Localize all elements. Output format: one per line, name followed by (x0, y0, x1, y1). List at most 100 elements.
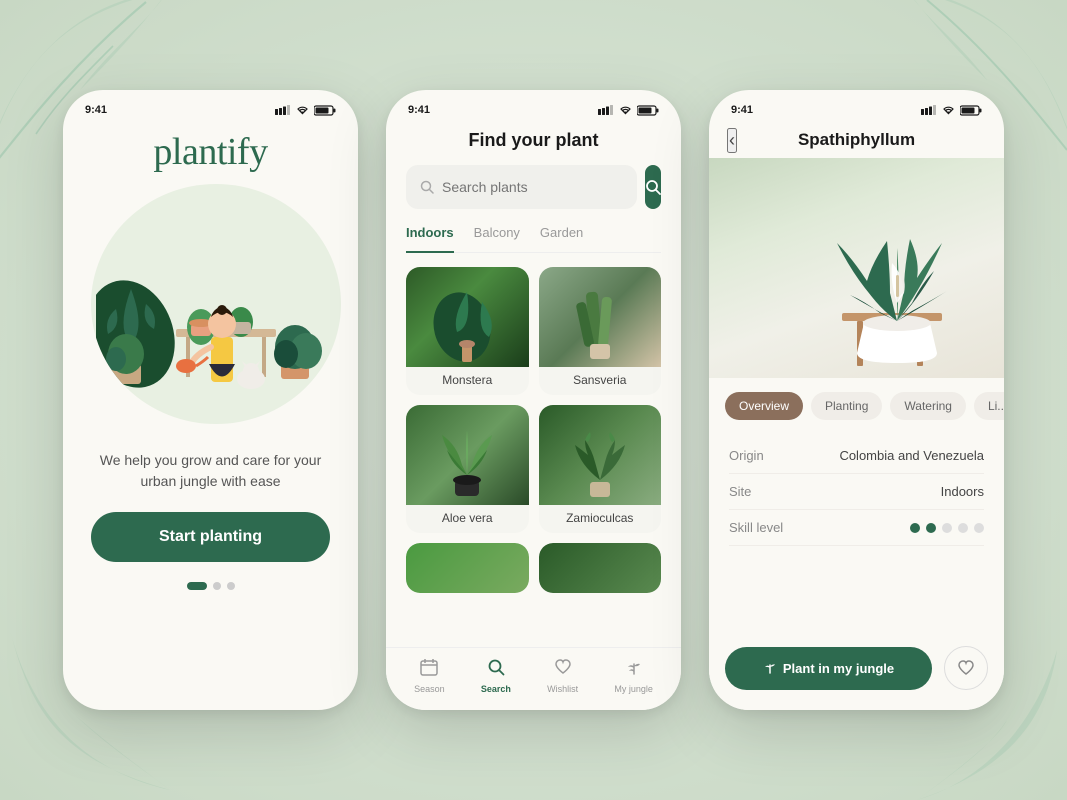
start-planting-button[interactable]: Start planting (91, 512, 330, 562)
plant-hero-image (709, 158, 1004, 378)
heart-icon (554, 658, 572, 676)
category-tabs: Indoors Balcony Garden (406, 225, 661, 253)
tab-watering[interactable]: Watering (890, 392, 966, 420)
skill-label: Skill level (729, 520, 783, 535)
dot-1 (187, 582, 207, 590)
status-bar-1: 9:41 (63, 90, 358, 122)
pagination-dots (187, 582, 235, 590)
jungle-icon (625, 658, 643, 681)
battery-icon-3 (960, 105, 982, 116)
signal-icon-3 (921, 105, 937, 115)
detail-screen: 9:41 ‹ Spathiphyllum (709, 90, 1004, 710)
search-nav-icon (487, 658, 505, 681)
plant-details: Origin Colombia and Venezuela Site Indoo… (709, 430, 1004, 554)
plant-card-aloe[interactable]: Aloe vera (406, 405, 529, 533)
monstera-svg (427, 272, 507, 362)
plant-card-partial2[interactable] (539, 543, 662, 593)
nav-search[interactable]: Search (481, 658, 511, 694)
time-3: 9:41 (731, 104, 753, 116)
search-icon (420, 180, 434, 194)
favorite-button[interactable] (944, 646, 988, 690)
search-button[interactable] (645, 165, 661, 209)
dot-3 (227, 582, 235, 590)
nav-season[interactable]: Season (414, 658, 445, 694)
nav-jungle[interactable]: My jungle (614, 658, 653, 694)
site-value: Indoors (941, 484, 984, 499)
plant-card-partial1[interactable] (406, 543, 529, 593)
signal-icon-2 (598, 105, 614, 115)
search-screen-title: Find your plant (406, 130, 661, 151)
nav-wishlist[interactable]: Wishlist (547, 658, 578, 694)
skill-dot-4 (958, 523, 968, 533)
dot-2 (213, 582, 221, 590)
bottom-nav: Season Search Wishlist My jungle (386, 647, 681, 710)
site-label: Site (729, 484, 751, 499)
phones-container: 9:41 plantify (63, 90, 1004, 710)
tab-garden[interactable]: Garden (540, 225, 583, 244)
search-nav-svg (487, 658, 505, 676)
tab-lighting[interactable]: Li... (974, 392, 1004, 420)
partial-plant-image-1 (406, 543, 529, 593)
detail-tabs: Overview Planting Watering Li... (709, 378, 1004, 430)
detail-actions: Plant in my jungle (709, 632, 1004, 710)
plant-card-monstera[interactable]: Monstera (406, 267, 529, 395)
tab-balcony[interactable]: Balcony (474, 225, 520, 244)
plant-image-aloe (406, 405, 529, 505)
partial-row (406, 543, 661, 593)
calendar-icon (420, 658, 438, 676)
illustration-svg (96, 189, 336, 419)
time-1: 9:41 (85, 104, 107, 116)
sansveria-svg (560, 272, 640, 362)
tab-overview[interactable]: Overview (725, 392, 803, 420)
skill-dots (910, 523, 984, 533)
skill-dot-1 (910, 523, 920, 533)
tab-indoors[interactable]: Indoors (406, 225, 454, 253)
plant-image-monstera (406, 267, 529, 367)
hero-illustration (91, 184, 341, 424)
back-button[interactable]: ‹ (727, 128, 737, 153)
plant-title: Spathiphyllum (798, 130, 915, 150)
search-input-wrapper[interactable] (406, 165, 637, 209)
season-label: Season (414, 684, 445, 694)
search-input[interactable] (442, 179, 623, 195)
spathiphyllum-svg (742, 163, 972, 373)
plant-name-zz: Zamioculcas (539, 505, 662, 533)
status-icons-3 (921, 105, 982, 116)
search-label: Search (481, 684, 511, 694)
plant-image-sansveria (539, 267, 662, 367)
plant-grid: Monstera Sansveria (406, 267, 661, 533)
zz-svg (560, 410, 640, 500)
wishlist-label: Wishlist (547, 684, 578, 694)
skill-dot-3 (942, 523, 952, 533)
wifi-icon-1 (295, 105, 310, 115)
status-icons-1 (275, 105, 336, 116)
plant-in-jungle-button[interactable]: Plant in my jungle (725, 647, 932, 690)
welcome-tagline: We help you grow and care for your urban… (91, 450, 330, 492)
origin-value: Colombia and Venezuela (839, 448, 984, 463)
search-row (406, 165, 661, 209)
status-bar-2: 9:41 (386, 90, 681, 122)
info-row-site: Site Indoors (729, 474, 984, 510)
info-row-origin: Origin Colombia and Venezuela (729, 438, 984, 474)
search-content: Find your plant Indoors Balcony Garden (386, 130, 681, 593)
tab-planting[interactable]: Planting (811, 392, 882, 420)
plant-name-aloe: Aloe vera (406, 505, 529, 533)
status-bar-3: 9:41 (709, 90, 1004, 122)
plant-card-zz[interactable]: Zamioculcas (539, 405, 662, 533)
status-icons-2 (598, 105, 659, 116)
info-row-skill: Skill level (729, 510, 984, 546)
plant-name-monstera: Monstera (406, 367, 529, 395)
welcome-content: plantify (63, 122, 358, 590)
app-logo: plantify (153, 130, 267, 174)
search-screen: 9:41 Find your plant Indoors Balco (386, 90, 681, 710)
leaf-btn-icon (763, 661, 777, 675)
battery-icon-2 (637, 105, 659, 116)
detail-header: ‹ Spathiphyllum (709, 122, 1004, 158)
plant-image-zz (539, 405, 662, 505)
plant-card-sansveria[interactable]: Sansveria (539, 267, 662, 395)
plant-icon (625, 658, 643, 676)
welcome-screen: 9:41 plantify (63, 90, 358, 710)
skill-dot-2 (926, 523, 936, 533)
season-icon (420, 658, 438, 681)
battery-icon-1 (314, 105, 336, 116)
